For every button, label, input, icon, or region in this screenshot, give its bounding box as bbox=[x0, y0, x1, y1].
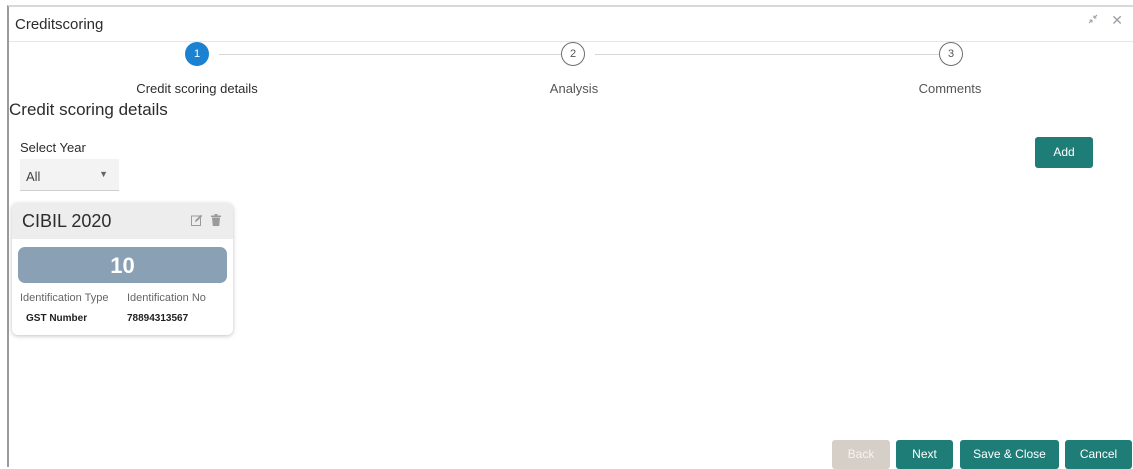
year-dropdown[interactable]: All ▼ bbox=[20, 159, 119, 191]
edit-icon[interactable] bbox=[191, 213, 203, 226]
add-button[interactable]: Add bbox=[1035, 137, 1093, 168]
step-1-label: Credit scoring details bbox=[136, 81, 258, 96]
trash-icon[interactable] bbox=[211, 213, 221, 226]
step-2-label: Analysis bbox=[549, 81, 599, 96]
step-3-indicator[interactable]: 3 bbox=[939, 42, 963, 66]
creditscoring-window: Creditscoring ✕ 1 2 3 Credit scoring det… bbox=[7, 5, 1133, 469]
year-dropdown-value: All bbox=[26, 169, 41, 184]
window-titlebar: Creditscoring ✕ bbox=[9, 7, 1133, 42]
window-title: Creditscoring bbox=[15, 16, 104, 33]
next-button[interactable]: Next bbox=[896, 440, 953, 469]
credit-score-card: CIBIL 2020 10 Identification Type Identi… bbox=[12, 203, 233, 335]
chevron-down-icon: ▼ bbox=[99, 169, 108, 179]
identification-type-value: GST Number bbox=[26, 313, 88, 324]
save-close-button[interactable]: Save & Close bbox=[960, 440, 1059, 469]
section-title: Credit scoring details bbox=[9, 100, 168, 119]
card-header: CIBIL 2020 bbox=[12, 203, 233, 239]
identification-no-label: Identification No bbox=[127, 292, 206, 304]
card-title: CIBIL 2020 bbox=[22, 211, 112, 231]
step-3-label: Comments bbox=[918, 81, 982, 96]
close-icon[interactable]: ✕ bbox=[1111, 12, 1123, 29]
identification-no-value: 78894313567 bbox=[127, 313, 189, 324]
stepper-connector bbox=[219, 54, 561, 55]
identification-type-label: Identification Type bbox=[20, 292, 109, 304]
minimize-icon[interactable] bbox=[1087, 13, 1099, 28]
back-button[interactable]: Back bbox=[832, 440, 890, 469]
step-2-indicator[interactable]: 2 bbox=[561, 42, 585, 66]
stepper-connector bbox=[595, 54, 939, 55]
select-year-label: Select Year bbox=[20, 140, 86, 155]
step-1-indicator[interactable]: 1 bbox=[185, 42, 209, 66]
cancel-button[interactable]: Cancel bbox=[1065, 440, 1132, 469]
score-value: 10 bbox=[18, 247, 227, 283]
